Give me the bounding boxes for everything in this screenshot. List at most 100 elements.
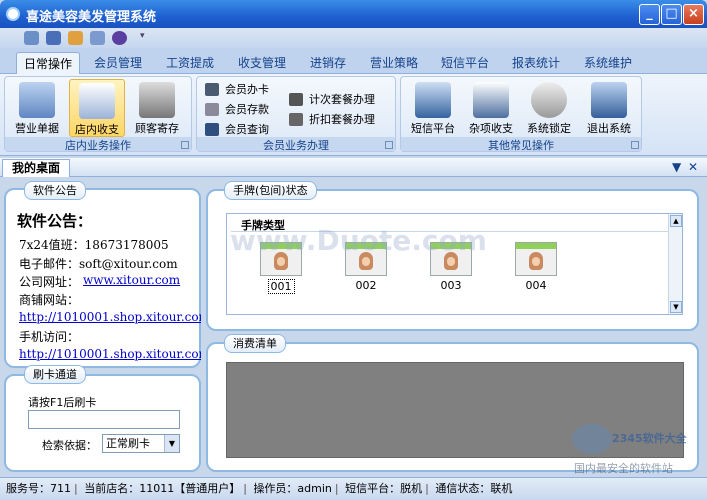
mobile-label: 手机访问： — [19, 330, 80, 344]
hand-status-caption: 手牌(包间)状态 — [224, 181, 317, 200]
group-other: 短信平台 杂项收支 系统锁定 退出系统 其他常见操作 — [400, 76, 642, 152]
store-income-button[interactable]: 店内收支 — [69, 79, 125, 137]
watermark-site-name: 2345软件大全 — [612, 432, 687, 445]
user-icon[interactable] — [68, 31, 83, 45]
tab-finance[interactable]: 收支管理 — [230, 52, 294, 74]
app-logo-icon — [6, 7, 20, 21]
edit-icon[interactable] — [46, 31, 61, 45]
group-member: 会员办卡 会员存款 会员查询 计次套餐办理 折扣套餐办理 会员业务办理 — [196, 76, 396, 152]
ribbon-tabs: 日常操作 会员管理 工资提成 收支管理 进销存 营业策略 短信平台 报表统计 系… — [0, 48, 707, 74]
tab-report[interactable]: 报表统计 — [504, 52, 568, 74]
website-link[interactable]: www.xitour.com — [83, 273, 180, 287]
status-shop: 当前店名：11011【普通用户】 — [84, 482, 241, 495]
maximize-button[interactable]: □ — [661, 4, 682, 25]
window-title: 喜途美容美发管理系统 — [26, 10, 157, 25]
sales-receipt-button[interactable]: 营业单据 — [9, 79, 65, 137]
watermark-slogan: 国内最安全的软件站 — [574, 462, 673, 475]
group-store: 营业单据 店内收支 顾客寄存 店内业务操作 — [4, 76, 192, 152]
tab-daily[interactable]: 日常操作 — [16, 52, 80, 74]
swipe-prompt: 请按F1后刷卡 — [28, 396, 97, 409]
watermark-logo: 2345软件大全 国内最安全的软件站 — [572, 424, 700, 475]
system-lock-button[interactable]: 系统锁定 — [521, 79, 577, 137]
help-icon[interactable] — [112, 31, 127, 45]
customer-storage-button[interactable]: 顾客寄存 — [129, 79, 185, 137]
hand-card-number: 004 — [525, 279, 547, 292]
sms-platform-button[interactable]: 短信平台 — [405, 79, 461, 137]
status-service-no: 服务号：711 — [6, 482, 71, 495]
tools-icon[interactable] — [90, 31, 105, 45]
hand-card-004[interactable]: 004 — [514, 242, 558, 296]
close-button[interactable]: × — [683, 4, 704, 25]
scroll-up-icon[interactable]: ▲ — [670, 215, 682, 227]
title-bar: 喜途美容美发管理系统 _ □ × — [0, 0, 707, 28]
status-comm: 通信状态：联机 — [435, 482, 513, 495]
hand-list-scrollbar[interactable]: ▲ ▼ — [668, 214, 682, 314]
card-channel-caption: 刷卡通道 — [24, 365, 86, 384]
globe-icon — [572, 424, 612, 454]
tab-my-desktop[interactable]: 我的桌面 — [2, 159, 70, 177]
member-deposit-button[interactable]: 会员存款 — [203, 101, 269, 119]
discount-package-button[interactable]: 折扣套餐办理 — [287, 111, 375, 129]
count-package-button[interactable]: 计次套餐办理 — [287, 91, 375, 109]
tab-sms[interactable]: 短信平台 — [433, 52, 497, 74]
discount-icon — [289, 113, 303, 126]
dialog-launcher-icon[interactable] — [181, 141, 189, 149]
customize-chevron-icon[interactable]: ▾ — [140, 31, 148, 45]
hand-card-number: 003 — [440, 279, 462, 292]
power-icon — [591, 82, 627, 118]
group-store-title: 店内业务操作 — [5, 137, 191, 152]
hand-card-number: 002 — [355, 279, 377, 292]
consume-caption: 消费清单 — [224, 334, 286, 353]
status-bar: 服务号：711 | 当前店名：11011【普通用户】 | 操作员：admin | 短信… — [0, 477, 707, 500]
tab-wage[interactable]: 工资提成 — [158, 52, 222, 74]
package-icon — [289, 93, 303, 106]
mobile-link[interactable]: http://1010001.shop.xitour.com/m — [19, 347, 201, 361]
hotline-text: 7x24值班：18673178005 — [19, 238, 169, 252]
status-operator: 操作员：admin — [253, 482, 332, 495]
watermark-text: www.Duote.com — [230, 224, 487, 257]
tab-strategy[interactable]: 营业策略 — [362, 52, 426, 74]
announcement-heading: 软件公告： — [17, 212, 93, 230]
search-basis-label: 检索依据： — [42, 439, 97, 452]
tab-system[interactable]: 系统维护 — [576, 52, 640, 74]
shop-site-link[interactable]: http://1010001.shop.xitour.com/ — [19, 310, 201, 324]
form-icon — [473, 82, 509, 118]
document-icon — [79, 83, 115, 119]
card-icon — [205, 83, 219, 96]
tab-member[interactable]: 会员管理 — [86, 52, 150, 74]
scroll-down-icon[interactable]: ▼ — [670, 301, 682, 313]
exit-system-button[interactable]: 退出系统 — [581, 79, 637, 137]
ribbon: 营业单据 店内收支 顾客寄存 店内业务操作 会员办卡 会员存款 会员查询 计次套… — [0, 74, 707, 156]
avatar-icon — [529, 252, 543, 270]
dropdown-icon[interactable]: ▼ — [672, 160, 681, 174]
hand-status-panel: 手牌类型 001 002 003 004 ▲ ▼ — [206, 189, 699, 331]
dialog-launcher-icon[interactable] — [385, 141, 393, 149]
close-tab-icon[interactable]: ✕ — [688, 160, 698, 174]
misc-income-button[interactable]: 杂项收支 — [463, 79, 519, 137]
group-other-title: 其他常见操作 — [401, 137, 641, 152]
search-basis-select[interactable]: 正常刷卡 ▼ — [102, 434, 180, 453]
website-label: 公司网址： — [19, 275, 80, 289]
shop-site-label: 商铺网站： — [19, 293, 80, 307]
email-text: 电子邮件：soft@xitour.com — [19, 257, 178, 271]
hand-card-number: 001 — [267, 279, 295, 294]
coins-icon — [205, 103, 219, 116]
email-at-icon — [415, 82, 451, 118]
dialog-launcher-icon[interactable] — [631, 141, 639, 149]
keys-icon — [531, 82, 567, 118]
tab-inventory[interactable]: 进销存 — [300, 52, 356, 74]
group-member-title: 会员业务办理 — [197, 137, 395, 152]
minimize-button[interactable]: _ — [639, 4, 660, 25]
status-sms: 短信平台：脱机 — [345, 482, 423, 495]
monitor-icon — [19, 82, 55, 118]
member-card-button[interactable]: 会员办卡 — [203, 81, 269, 99]
quick-access-toolbar: ▾ — [0, 28, 707, 48]
people-icon — [205, 123, 219, 136]
card-number-input[interactable] — [28, 410, 180, 429]
books-icon[interactable] — [24, 31, 39, 45]
storage-icon — [139, 82, 175, 118]
desktop-tab-bar: 我的桌面 ▼ ✕ — [0, 158, 707, 177]
chevron-down-icon: ▼ — [164, 435, 179, 452]
card-channel-panel: 请按F1后刷卡 检索依据： 正常刷卡 ▼ — [4, 374, 201, 472]
announcement-content: 软件公告： 7x24值班：18673178005 电子邮件：soft@xitou… — [4, 188, 201, 364]
